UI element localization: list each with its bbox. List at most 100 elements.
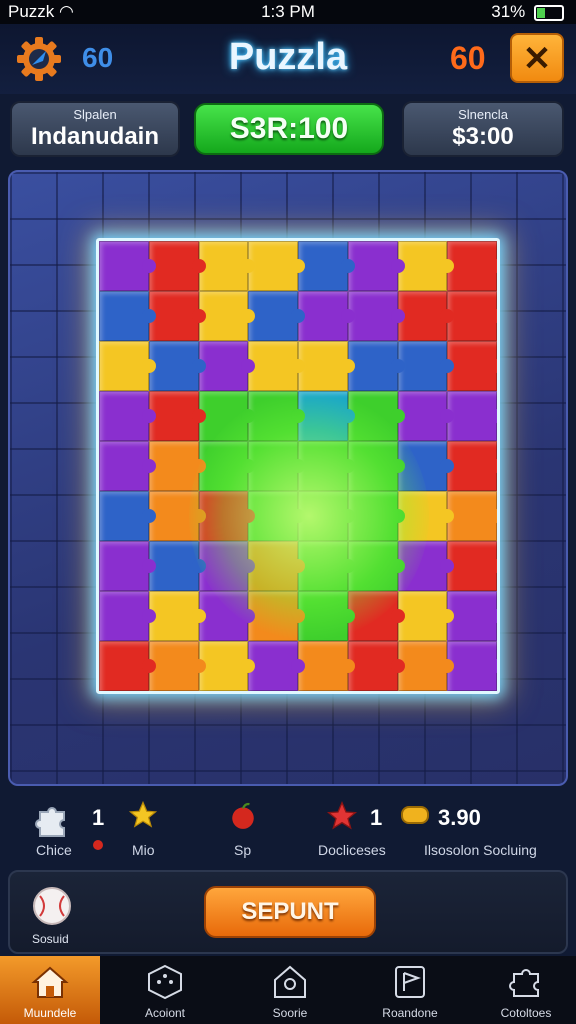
puzzle-piece[interactable] bbox=[397, 341, 454, 391]
puzzle-piece[interactable] bbox=[198, 541, 255, 591]
puzzle-piece[interactable] bbox=[397, 541, 454, 591]
bottom-nav: Muundele Acoiont Soorie Roandone Cotolto… bbox=[0, 956, 576, 1024]
puzzle-piece[interactable] bbox=[248, 341, 305, 391]
puzzle-piece[interactable] bbox=[248, 541, 305, 591]
puzzle-piece[interactable] bbox=[347, 491, 405, 541]
puzzle-piece[interactable] bbox=[397, 391, 454, 441]
puzzle-piece[interactable] bbox=[298, 541, 355, 591]
stat-pieces-value: 1 bbox=[92, 805, 105, 830]
score-button[interactable]: S3R:100 bbox=[194, 103, 384, 155]
puzzle-piece[interactable] bbox=[447, 391, 497, 441]
nav-item-score[interactable]: Soorie bbox=[240, 956, 340, 1024]
puzzle-piece[interactable] bbox=[447, 641, 497, 691]
stat-coin-value: 3.90 bbox=[438, 805, 481, 830]
nav-item-random[interactable]: Roandone bbox=[360, 956, 460, 1024]
flag-icon bbox=[395, 966, 425, 998]
puzzle-piece[interactable] bbox=[298, 641, 355, 691]
puzzle-piece[interactable] bbox=[99, 641, 156, 691]
puzzle-piece[interactable] bbox=[447, 291, 497, 341]
puzzle-piece[interactable] bbox=[198, 591, 255, 641]
puzzle-piece[interactable] bbox=[198, 491, 255, 541]
puzzle-piece[interactable] bbox=[347, 241, 405, 291]
puzzle-piece[interactable] bbox=[447, 441, 497, 491]
puzzle-piece[interactable] bbox=[447, 491, 497, 541]
puzzle-piece[interactable] bbox=[148, 441, 206, 491]
battery-percent: 31% bbox=[491, 2, 526, 21]
stats-row: 1 Chice Mio Sp 1 Docliceses 3.90 Ilsosol… bbox=[0, 792, 576, 862]
puzzle-piece[interactable] bbox=[148, 241, 206, 291]
puzzle-piece[interactable] bbox=[198, 391, 255, 441]
puzzle-piece[interactable] bbox=[148, 541, 206, 591]
puzzle-piece[interactable] bbox=[397, 241, 454, 291]
puzzle-piece[interactable] bbox=[198, 291, 255, 341]
close-button[interactable]: ✕ bbox=[510, 33, 564, 83]
puzzle-piece[interactable] bbox=[447, 591, 497, 641]
puzzle-piece[interactable] bbox=[198, 341, 255, 391]
score-right: 60 bbox=[450, 40, 486, 76]
puzzle-piece[interactable] bbox=[298, 591, 355, 641]
puzzle-piece[interactable] bbox=[298, 291, 355, 341]
puzzle-piece[interactable] bbox=[298, 241, 355, 291]
puzzle-piece[interactable] bbox=[347, 441, 405, 491]
puzzle-piece[interactable] bbox=[347, 591, 405, 641]
puzzle-piece[interactable] bbox=[248, 641, 305, 691]
nav-item-actions[interactable]: Acoiont bbox=[115, 956, 215, 1024]
puzzle-piece[interactable] bbox=[248, 391, 305, 441]
puzzle-piece[interactable] bbox=[447, 341, 497, 391]
puzzle-piece[interactable] bbox=[347, 541, 405, 591]
puzzle-piece[interactable] bbox=[148, 641, 206, 691]
nav-label-collections: Cotoltoes bbox=[500, 1006, 552, 1020]
puzzle-piece[interactable] bbox=[99, 491, 156, 541]
puzzle-piece[interactable] bbox=[248, 241, 305, 291]
puzzle-piece[interactable] bbox=[198, 641, 255, 691]
puzzle-piece[interactable] bbox=[248, 291, 305, 341]
puzzle-piece[interactable] bbox=[148, 341, 206, 391]
puzzle-piece[interactable] bbox=[99, 341, 156, 391]
puzzle-piece[interactable] bbox=[148, 591, 206, 641]
battery-status: 31% bbox=[491, 2, 564, 22]
nav-label-random: Roandone bbox=[382, 1006, 438, 1020]
stat-pieces-label: Chice bbox=[36, 842, 72, 858]
puzzle-piece[interactable] bbox=[248, 491, 305, 541]
puzzle-piece[interactable] bbox=[99, 541, 156, 591]
puzzle-piece[interactable] bbox=[148, 491, 206, 541]
puzzle-piece[interactable] bbox=[298, 441, 355, 491]
puzzle-piece-icon bbox=[35, 807, 65, 837]
reward-panel: Slnencla $3:00 bbox=[402, 101, 564, 157]
puzzle-board[interactable] bbox=[8, 170, 568, 786]
puzzle-piece[interactable] bbox=[347, 391, 405, 441]
puzzle-piece[interactable] bbox=[298, 341, 355, 391]
puzzle-piece[interactable] bbox=[99, 241, 156, 291]
puzzle-piece[interactable] bbox=[298, 491, 355, 541]
puzzle-piece[interactable] bbox=[397, 491, 454, 541]
puzzle-piece[interactable] bbox=[447, 541, 497, 591]
puzzle-piece[interactable] bbox=[198, 441, 255, 491]
level-caption: Slpalen bbox=[73, 107, 117, 122]
puzzle-piece[interactable] bbox=[198, 241, 255, 291]
puzzle-piece[interactable] bbox=[148, 391, 206, 441]
puzzle-piece[interactable] bbox=[347, 341, 405, 391]
puzzle-piece[interactable] bbox=[298, 391, 355, 441]
puzzle-piece[interactable] bbox=[397, 291, 454, 341]
puzzle-piece[interactable] bbox=[397, 641, 454, 691]
puzzle-piece[interactable] bbox=[99, 591, 156, 641]
puzzle-piece[interactable] bbox=[99, 391, 156, 441]
nav-label-score: Soorie bbox=[272, 1006, 308, 1020]
puzzle-piece[interactable] bbox=[397, 591, 454, 641]
puzzle-piece[interactable] bbox=[447, 241, 497, 291]
puzzle-piece[interactable] bbox=[347, 291, 405, 341]
puzzle-piece[interactable] bbox=[99, 441, 156, 491]
nav-item-collections[interactable]: Cotoltoes bbox=[476, 956, 576, 1024]
puzzle-piece[interactable] bbox=[148, 291, 206, 341]
puzzle-frame[interactable] bbox=[96, 238, 500, 694]
puzzle-piece[interactable] bbox=[248, 441, 305, 491]
puzzle-piece[interactable] bbox=[397, 441, 454, 491]
nav-item-home[interactable]: Muundele bbox=[0, 956, 100, 1024]
puzzle-pieces[interactable] bbox=[99, 241, 497, 691]
submit-button[interactable]: SEPUNT bbox=[204, 886, 376, 938]
ball-icon[interactable] bbox=[32, 886, 72, 926]
puzzle-piece[interactable] bbox=[347, 641, 405, 691]
reward-value: $3:00 bbox=[452, 123, 514, 150]
puzzle-piece[interactable] bbox=[248, 591, 305, 641]
puzzle-piece[interactable] bbox=[99, 291, 156, 341]
